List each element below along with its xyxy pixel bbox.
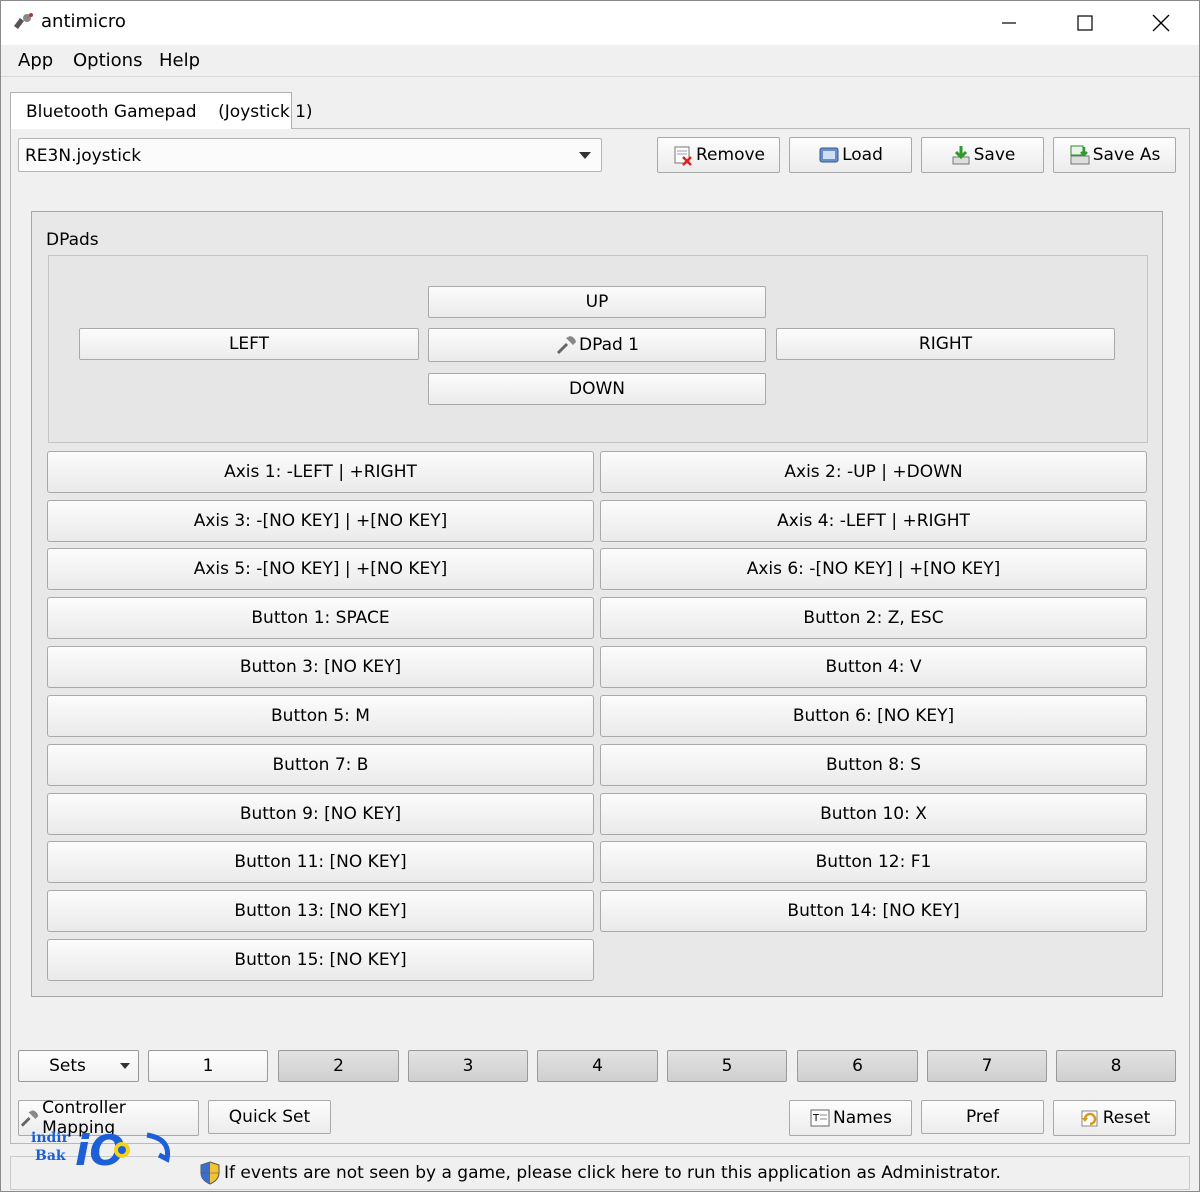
load-label: Load: [842, 145, 883, 165]
set-6-button[interactable]: 6: [797, 1050, 918, 1082]
button-10-button[interactable]: Button 10: X: [600, 793, 1147, 835]
menu-help[interactable]: Help: [159, 50, 200, 71]
button-3-button[interactable]: Button 3: [NO KEY]: [47, 646, 594, 688]
svg-text:T: T: [812, 1113, 820, 1124]
set-4-button[interactable]: 4: [537, 1050, 658, 1082]
menu-app[interactable]: App: [18, 50, 53, 71]
admin-status-link[interactable]: If events are not seen by a game, please…: [10, 1156, 1190, 1190]
load-icon: [819, 147, 839, 163]
set-2-button[interactable]: 2: [278, 1050, 399, 1082]
names-button[interactable]: T Names: [789, 1100, 912, 1136]
maximize-button[interactable]: [1047, 1, 1123, 45]
reset-button[interactable]: Reset: [1053, 1100, 1176, 1136]
button-11-button[interactable]: Button 11: [NO KEY]: [47, 841, 594, 883]
pref-button[interactable]: Pref: [921, 1100, 1044, 1134]
axis-3-button[interactable]: Axis 3: -[NO KEY] | +[NO KEY]: [47, 500, 594, 542]
dpads-group-title: DPads: [46, 230, 99, 250]
button-2-button[interactable]: Button 2: Z, ESC: [600, 597, 1147, 639]
button-15-button[interactable]: Button 15: [NO KEY]: [47, 939, 594, 981]
names-label: Names: [832, 1108, 892, 1128]
button-8-button[interactable]: Button 8: S: [600, 744, 1147, 786]
reset-label: Reset: [1102, 1108, 1151, 1128]
menu-options[interactable]: Options: [73, 50, 142, 71]
save-as-button[interactable]: Save As: [1053, 137, 1176, 173]
dpad-up-button[interactable]: UP: [428, 286, 766, 318]
text-field-icon: T: [810, 1109, 830, 1127]
title-bar: antimicro: [1, 1, 1199, 45]
axis-1-button[interactable]: Axis 1: -LEFT | +RIGHT: [47, 451, 594, 493]
set-7-button[interactable]: 7: [927, 1050, 1047, 1082]
quick-set-button[interactable]: Quick Set: [208, 1100, 331, 1134]
admin-status-text: If events are not seen by a game, please…: [224, 1163, 1001, 1183]
chevron-down-icon: [120, 1063, 130, 1069]
button-1-button[interactable]: Button 1: SPACE: [47, 597, 594, 639]
axis-6-button[interactable]: Axis 6: -[NO KEY] | +[NO KEY]: [600, 548, 1147, 590]
shield-icon: [200, 1161, 220, 1185]
watermark-line1: indir: [31, 1130, 70, 1146]
dpad-right-button[interactable]: RIGHT: [776, 328, 1115, 360]
pref-label: Pref: [965, 1107, 999, 1127]
watermark-line2: Bak: [35, 1148, 66, 1164]
save-as-label: Save As: [1092, 145, 1161, 165]
tab-label: Bluetooth Gamepad (Joystick 1): [26, 102, 313, 122]
sets-dropdown[interactable]: Sets: [18, 1050, 139, 1082]
save-as-icon: [1070, 145, 1090, 165]
button-9-button[interactable]: Button 9: [NO KEY]: [47, 793, 594, 835]
quick-set-label: Quick Set: [228, 1107, 311, 1127]
sets-label: Sets: [49, 1056, 86, 1076]
chevron-down-icon: [579, 152, 591, 159]
dpad-center-button[interactable]: DPad 1: [428, 328, 766, 362]
wrench-icon: [556, 336, 576, 355]
set-8-button[interactable]: 8: [1056, 1050, 1176, 1082]
minimize-button[interactable]: [971, 1, 1047, 45]
set-3-button[interactable]: 3: [408, 1050, 528, 1082]
reset-icon: [1081, 1110, 1098, 1127]
dpad-center-label: DPad 1: [578, 335, 639, 355]
profile-select-value: RE3N.joystick: [25, 146, 142, 166]
tab-joystick-1[interactable]: Bluetooth Gamepad (Joystick 1): [10, 92, 313, 129]
watermark-logo: indir Bak iO: [31, 1126, 171, 1173]
save-label: Save: [973, 145, 1016, 165]
gamepad-icon: [14, 13, 33, 29]
menu-bar: App Options Help: [1, 45, 1199, 77]
window-title: antimicro: [41, 11, 126, 32]
remove-icon: [674, 146, 692, 166]
close-icon: [1152, 14, 1170, 32]
close-button[interactable]: [1123, 1, 1199, 45]
app-window: antimicro App Options Help Bluetooth Gam…: [0, 0, 1200, 1192]
remove-button[interactable]: Remove: [657, 137, 780, 173]
remove-label: Remove: [696, 145, 765, 165]
set-1-button[interactable]: 1: [148, 1050, 268, 1082]
save-icon: [952, 146, 970, 165]
button-4-button[interactable]: Button 4: V: [600, 646, 1147, 688]
save-button[interactable]: Save: [921, 137, 1044, 173]
button-5-button[interactable]: Button 5: M: [47, 695, 594, 737]
button-12-button[interactable]: Button 12: F1: [600, 841, 1147, 883]
axis-4-button[interactable]: Axis 4: -LEFT | +RIGHT: [600, 500, 1147, 542]
profile-select[interactable]: RE3N.joystick: [18, 138, 602, 172]
dpad-left-button[interactable]: LEFT: [79, 328, 419, 360]
button-7-button[interactable]: Button 7: B: [47, 744, 594, 786]
maximize-icon: [1077, 15, 1093, 31]
minimize-icon: [1002, 22, 1016, 24]
set-5-button[interactable]: 5: [667, 1050, 787, 1082]
button-14-button[interactable]: Button 14: [NO KEY]: [600, 890, 1147, 932]
dpad-down-button[interactable]: DOWN: [428, 373, 766, 405]
load-button[interactable]: Load: [789, 137, 912, 173]
axis-5-button[interactable]: Axis 5: -[NO KEY] | +[NO KEY]: [47, 548, 594, 590]
button-6-button[interactable]: Button 6: [NO KEY]: [600, 695, 1147, 737]
axis-2-button[interactable]: Axis 2: -UP | +DOWN: [600, 451, 1147, 493]
button-13-button[interactable]: Button 13: [NO KEY]: [47, 890, 594, 932]
